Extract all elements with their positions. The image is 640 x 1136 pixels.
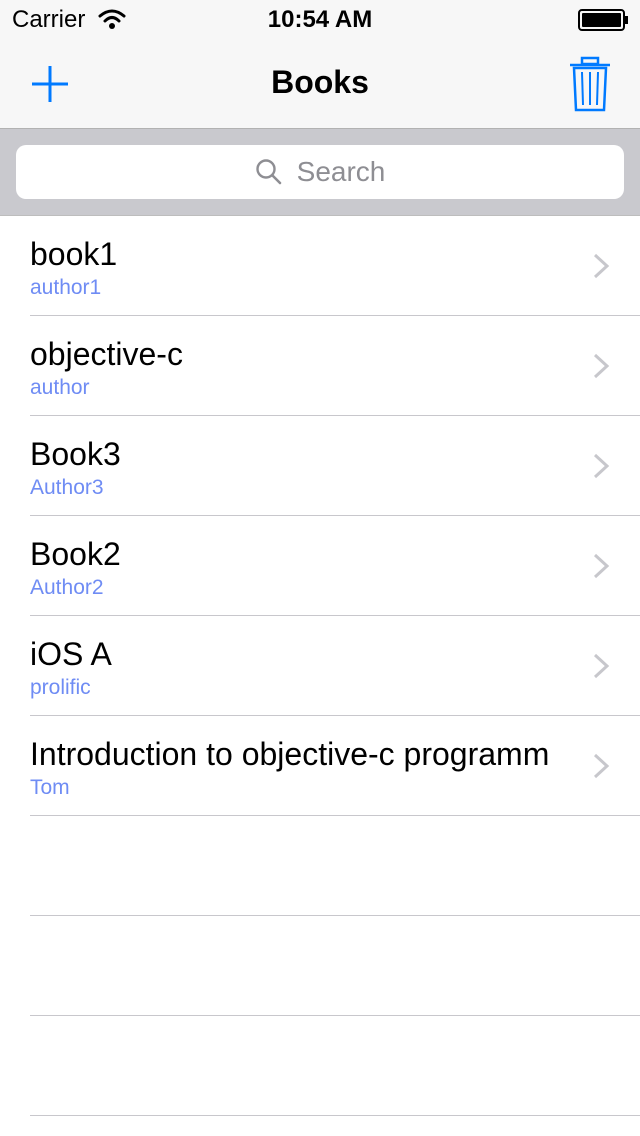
status-bar: Carrier 10:54 AM bbox=[0, 0, 640, 40]
row-separator bbox=[30, 815, 640, 816]
empty-row-separator bbox=[30, 1115, 640, 1116]
books-list: book1 author1 objective-c author Book3 A… bbox=[0, 216, 640, 1116]
chevron-right-icon bbox=[593, 553, 610, 579]
book-title: Book3 bbox=[30, 436, 121, 472]
chevron-right-icon bbox=[593, 653, 610, 679]
books-screen: Carrier 10:54 AM Books Search book1 auth… bbox=[0, 0, 640, 1136]
book-author: Tom bbox=[30, 776, 70, 799]
search-field-content: Search bbox=[16, 145, 624, 199]
search-input[interactable]: Search bbox=[16, 145, 624, 199]
trash-button[interactable] bbox=[562, 54, 618, 114]
search-bar: Search bbox=[0, 129, 640, 216]
book-title: Introduction to objective-c programm bbox=[30, 736, 550, 772]
search-icon bbox=[255, 159, 281, 185]
empty-row-separator bbox=[30, 915, 640, 916]
book-title: book1 bbox=[30, 236, 118, 272]
list-item[interactable]: book1 author1 bbox=[0, 216, 640, 316]
page-title: Books bbox=[271, 64, 369, 100]
book-author: author1 bbox=[30, 276, 102, 299]
search-placeholder: Search bbox=[296, 156, 386, 187]
list-item[interactable]: iOS A prolific bbox=[0, 616, 640, 716]
list-item[interactable]: Book3 Author3 bbox=[0, 416, 640, 516]
book-author: Author2 bbox=[30, 576, 104, 599]
status-time: 10:54 AM bbox=[267, 6, 373, 33]
chevron-right-icon bbox=[593, 353, 610, 379]
book-author: author bbox=[30, 376, 90, 399]
list-item[interactable]: objective-c author bbox=[0, 316, 640, 416]
book-title: iOS A bbox=[30, 636, 112, 672]
chevron-right-icon bbox=[593, 753, 610, 779]
chevron-right-icon bbox=[593, 253, 610, 279]
chevron-right-icon bbox=[593, 453, 610, 479]
empty-row-separator bbox=[30, 1015, 640, 1016]
add-button[interactable] bbox=[22, 56, 78, 112]
top-bar: Carrier 10:54 AM Books bbox=[0, 0, 640, 129]
list-item[interactable]: Book2 Author2 bbox=[0, 516, 640, 616]
book-title: objective-c bbox=[30, 336, 183, 372]
list-item[interactable]: Introduction to objective-c programm Tom bbox=[0, 716, 640, 816]
battery-icon bbox=[578, 9, 628, 31]
book-author: prolific bbox=[30, 676, 91, 699]
book-title: Book2 bbox=[30, 536, 121, 572]
book-author: Author3 bbox=[30, 476, 104, 499]
